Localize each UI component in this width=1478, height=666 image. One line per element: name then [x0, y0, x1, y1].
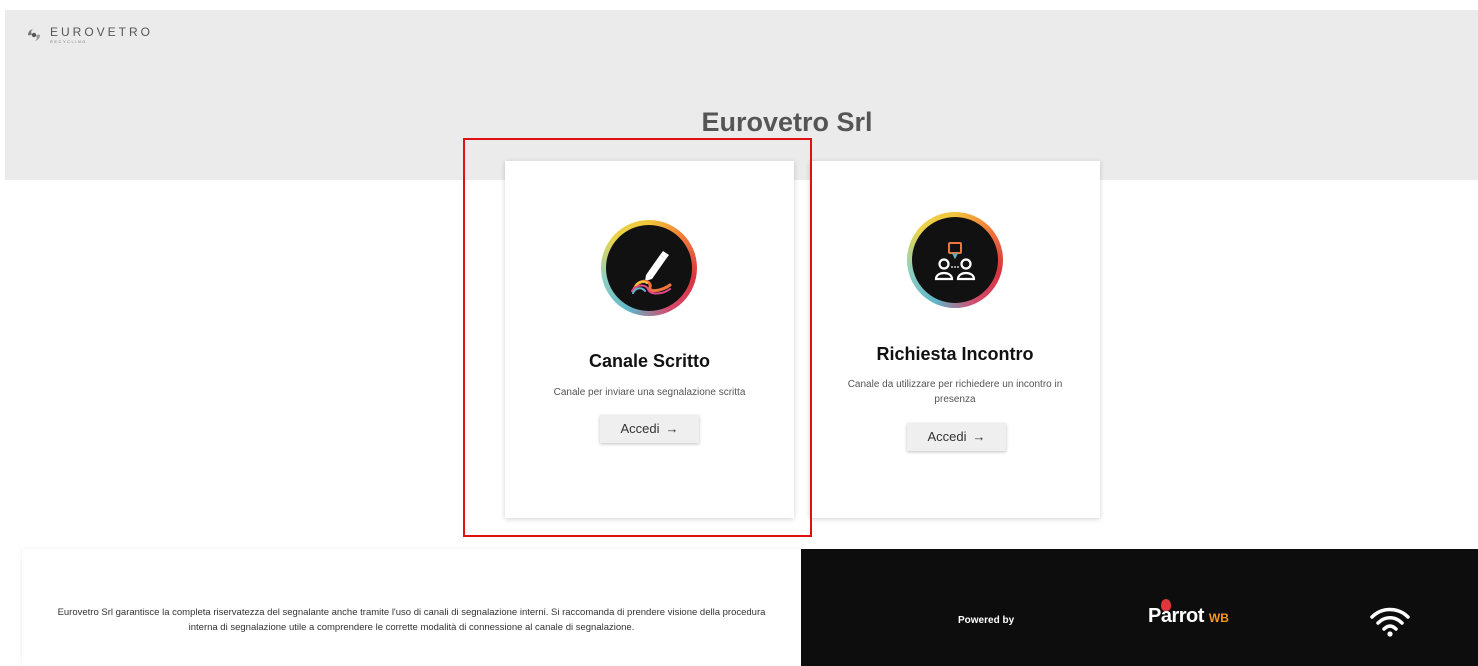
- footer-notice-panel: Eurovetro Srl garantisce la completa ris…: [22, 549, 801, 666]
- header-band: [5, 10, 1478, 180]
- meeting-icon: [912, 217, 998, 303]
- footer-powered-panel: Powered by Parrot WB: [801, 549, 1478, 666]
- brand-text: EUROVETRO RECYCLING: [50, 26, 153, 44]
- pen-icon: [606, 225, 692, 311]
- parrot-badge: WB: [1208, 611, 1229, 625]
- arrow-right-icon: →: [972, 429, 986, 444]
- card-canale-scritto: Canale Scritto Canale per inviare una se…: [505, 161, 794, 518]
- accedi-button[interactable]: Accedi →: [907, 423, 1006, 451]
- wifi-icon: [1370, 607, 1410, 637]
- card-richiesta-incontro: Richiesta Incontro Canale da utilizzare …: [810, 161, 1100, 518]
- brand-logo[interactable]: EUROVETRO RECYCLING: [24, 25, 153, 45]
- card-description: Canale per inviare una segnalazione scri…: [553, 387, 746, 398]
- pen-icon-ring: [601, 220, 697, 316]
- meeting-icon-ring: [907, 212, 1003, 308]
- parrot-bird-icon: [1161, 599, 1171, 611]
- eurovetro-logo-icon: [28, 29, 40, 41]
- button-label: Accedi: [927, 429, 967, 444]
- privacy-notice: Eurovetro Srl garantisce la completa ris…: [57, 607, 766, 633]
- card-title: Richiesta Incontro: [876, 344, 1034, 364]
- parrot-logo[interactable]: Parrot WB: [1148, 599, 1229, 628]
- button-label: Accedi: [620, 421, 660, 436]
- arrow-right-icon: →: [665, 421, 679, 436]
- brand-subtitle: RECYCLING: [50, 39, 87, 44]
- parrot-wordmark: Parrot: [1148, 605, 1204, 627]
- page-title: Eurovetro Srl: [701, 107, 873, 137]
- powered-by-label: Powered by: [958, 615, 1015, 626]
- accedi-button[interactable]: Accedi →: [600, 415, 699, 443]
- page: EUROVETRO RECYCLING Eurovetro Srl Canale…: [0, 0, 1478, 666]
- card-title: Canale Scritto: [588, 351, 711, 371]
- brand-name: EUROVETRO: [50, 25, 154, 39]
- card-description: Canale da utilizzare per richiedere un i…: [847, 379, 1063, 405]
